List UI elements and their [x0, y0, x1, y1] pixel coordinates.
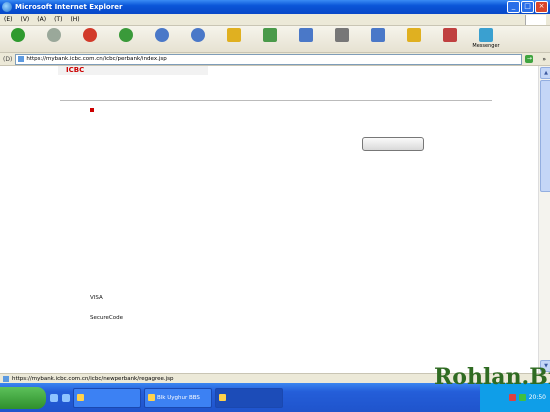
quicklaunch-ie-icon[interactable] [50, 393, 58, 402]
toolbar-mail-button[interactable] [292, 28, 320, 43]
close-button[interactable]: × [535, 1, 548, 13]
toolbar-search-button[interactable] [184, 28, 212, 43]
address-input[interactable]: https://mybank.icbc.com.cn/icbc/perbank/… [15, 53, 523, 65]
menu-file[interactable]: (E) [4, 16, 12, 23]
toolbar-favorites-button[interactable] [220, 28, 248, 43]
research-icon [443, 28, 457, 42]
toolbar-print-button[interactable] [328, 28, 356, 43]
toolbar-forward-button[interactable] [40, 28, 68, 43]
maximize-button[interactable]: □ [521, 1, 534, 13]
start-button[interactable] [0, 386, 46, 409]
scroll-up-icon[interactable]: ▲ [540, 67, 550, 79]
mail-icon [299, 28, 313, 42]
stop-icon [83, 28, 97, 42]
go-arrow-icon: → [525, 55, 534, 63]
menu-view[interactable]: (A) [37, 16, 46, 23]
page-icon [3, 375, 9, 382]
toolbar-discuss-button[interactable] [400, 28, 428, 43]
menu-edit[interactable]: (V) [20, 16, 29, 23]
messenger-icon [479, 28, 493, 42]
forward-icon [47, 28, 61, 42]
toolbar: Messenger [0, 26, 550, 53]
address-label: (D) [3, 55, 13, 63]
ie-icon [148, 394, 155, 401]
icbc-logo: ICBC [58, 66, 208, 75]
tip-4-text: SecureCode [90, 315, 123, 321]
favorites-icon [227, 28, 241, 42]
address-bar: (D) https://mybank.icbc.com.cn/icbc/perb… [0, 53, 550, 66]
discuss-icon [407, 28, 421, 42]
taskbar-item-label: Blk Uyghur BBS [157, 394, 200, 401]
taskbar-item[interactable] [73, 387, 141, 408]
toolbar-research-button[interactable] [436, 28, 464, 43]
section-heading [90, 108, 99, 112]
taskbar-item-active[interactable] [215, 387, 283, 408]
search-icon [191, 28, 205, 42]
minimize-button[interactable]: _ [507, 1, 520, 13]
toolbar-back-button[interactable] [4, 28, 32, 43]
toolbar-edit-button[interactable] [364, 28, 392, 43]
toolbar-home-button[interactable] [148, 28, 176, 43]
toolbar-stop-button[interactable] [76, 28, 104, 43]
home-icon [155, 28, 169, 42]
scroll-down-icon[interactable]: ▼ [540, 360, 550, 372]
refresh-icon [119, 28, 133, 42]
vertical-scrollbar[interactable]: ▲ ▼ [538, 66, 550, 373]
ie-icon [219, 394, 226, 401]
bullet-square-icon [90, 108, 94, 112]
go-button[interactable]: → [525, 55, 535, 63]
back-icon [11, 28, 25, 42]
tip-4: SecureCode [90, 315, 123, 321]
divider [60, 100, 492, 101]
ie-icon [77, 394, 84, 401]
quicklaunch-desktop-icon[interactable] [62, 393, 70, 402]
toolbar-messenger-button[interactable]: Messenger [472, 28, 500, 49]
page-banner: ICBC [0, 66, 538, 76]
edit-icon [371, 28, 385, 42]
print-icon [335, 28, 349, 42]
status-bar: https://mybank.icbc.com.cn/icbc/newperba… [0, 373, 550, 383]
tip-3-text: VISA [90, 295, 103, 301]
windows-logo-icon [525, 14, 546, 25]
tray-icon[interactable] [518, 394, 526, 401]
tray-icon[interactable] [508, 394, 516, 401]
title-bar: Microsoft Internet Explorer _ □ × [0, 0, 550, 14]
status-text: https://mybank.icbc.com.cn/icbc/newperba… [12, 375, 174, 382]
menu-favorites[interactable]: (T) [54, 16, 62, 23]
toolbar-history-button[interactable] [256, 28, 284, 43]
window-title: Microsoft Internet Explorer [15, 3, 123, 11]
register-button[interactable] [362, 137, 424, 151]
logo-text: ICBC [66, 66, 85, 74]
tip-3: VISA [90, 295, 103, 301]
history-icon [263, 28, 277, 42]
menu-bar: (E) (V) (A) (T) (H) [0, 14, 550, 26]
menu-tools[interactable]: (H) [70, 16, 79, 23]
system-tray: 20:50 [480, 383, 550, 412]
page-content: ICBC VISA SecureCode [0, 66, 538, 373]
toolbar-refresh-button[interactable] [112, 28, 140, 43]
toolbar-label: Messenger [472, 43, 500, 49]
taskbar: Blk Uyghur BBS 20:50 [0, 383, 550, 412]
links-button[interactable]: » [542, 56, 546, 63]
clock: 20:50 [528, 394, 546, 401]
taskbar-item[interactable]: Blk Uyghur BBS [144, 387, 212, 408]
scroll-thumb[interactable] [540, 80, 550, 192]
address-url: https://mybank.icbc.com.cn/icbc/perbank/… [26, 56, 167, 62]
ie-logo-icon [2, 2, 12, 12]
page-icon [18, 56, 25, 62]
